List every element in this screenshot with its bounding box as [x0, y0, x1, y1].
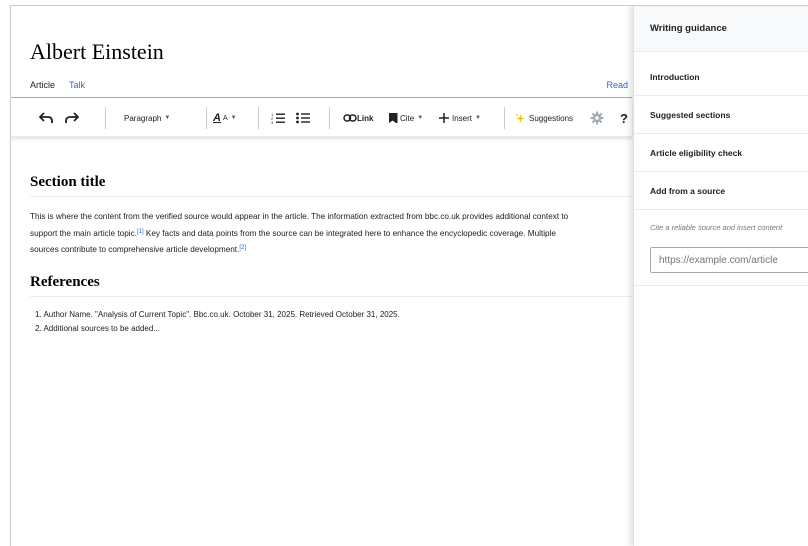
paragraph-line-1: This is where the content from the verif…	[30, 212, 569, 221]
paragraph-line-2a: support the main article topic.	[30, 228, 137, 238]
guidance-item-introduction[interactable]: Introduction	[634, 58, 808, 96]
bulleted-list-button[interactable]	[296, 99, 310, 137]
svg-text:3: 3	[271, 120, 274, 124]
undo-button[interactable]	[39, 99, 53, 137]
paragraph-label: Paragraph	[124, 113, 162, 123]
article-title: Albert Einstein	[30, 39, 164, 64]
reference-link-1[interactable]: [1]	[137, 229, 144, 235]
text-style-dropdown[interactable]: A A ▼	[213, 99, 237, 137]
guidance-item-suggested-sections[interactable]: Suggested sections	[634, 96, 808, 134]
text-style-icon: A	[213, 112, 221, 124]
bulleted-list-icon	[296, 112, 310, 124]
toolbar-divider	[504, 107, 505, 129]
redo-icon	[65, 112, 79, 123]
reference-link-2[interactable]: [2]	[239, 245, 246, 251]
tab-article[interactable]: Article	[30, 80, 55, 90]
paragraph-line-3: sources contribute to comprehensive arti…	[30, 245, 240, 254]
paragraph-line-2b: Key facts and data points from the sourc…	[143, 228, 556, 238]
reference-item: 2. Additional sources to be added...	[35, 324, 160, 333]
guidance-item-add-from-source[interactable]: Add from a source	[634, 172, 808, 210]
reference-item: 1. Author Name. "Analysis of Current Top…	[35, 310, 400, 319]
insert-dropdown[interactable]: Insert ▼	[439, 99, 481, 137]
guidance-item-eligibility-check[interactable]: Article eligibility check	[634, 134, 808, 172]
cite-dropdown[interactable]: Cite ▼	[388, 99, 423, 137]
toolbar-divider	[206, 107, 207, 129]
sparkle-icon	[516, 113, 525, 123]
chevron-down-icon: ▼	[230, 115, 237, 121]
references-title: References	[30, 274, 632, 297]
guidance-item-label: Article eligibility check	[650, 148, 743, 158]
numbered-list-icon: 123	[271, 112, 285, 124]
link-label: Link	[357, 113, 374, 123]
guidance-item-label: Suggested sections	[650, 110, 731, 120]
undo-icon	[39, 112, 53, 123]
source-hint-text: Cite a reliable source and insert conten…	[650, 223, 783, 232]
editor-toolbar: Paragraph ▼ A A ▼ 123 Link Cite ▼ Insert ▼ S	[11, 99, 632, 137]
article-paragraph: This is where the content from the verif…	[30, 209, 632, 261]
chevron-down-icon: ▼	[164, 115, 171, 121]
numbered-list-button[interactable]: 123	[271, 99, 285, 137]
chevron-down-icon: ▼	[475, 115, 481, 121]
section-title: Section title	[30, 174, 632, 197]
references-list: 1. Author Name. "Analysis of Current Top…	[35, 308, 400, 336]
redo-button[interactable]	[65, 99, 79, 137]
gear-icon	[590, 111, 604, 125]
bookmark-icon	[389, 113, 398, 123]
suggestions-button[interactable]: Suggestions	[515, 99, 573, 137]
writing-guidance-panel: Writing guidance Introduction Suggested …	[633, 6, 808, 546]
guidance-item-label: Add from a source	[650, 186, 726, 196]
panel-title: Writing guidance	[650, 23, 727, 34]
tab-read[interactable]: Read	[606, 80, 628, 90]
source-url-input[interactable]	[650, 247, 808, 273]
link-icon	[343, 114, 357, 122]
toolbar-divider	[329, 107, 330, 129]
chevron-down-icon: ▼	[417, 115, 424, 121]
text-style-small-label: A	[222, 114, 228, 122]
link-button[interactable]: Link	[343, 99, 373, 137]
guidance-item-label: Introduction	[650, 72, 700, 82]
editor-window: Albert Einstein Article Talk Read Paragr…	[10, 5, 808, 546]
insert-label: Insert	[452, 113, 473, 123]
plus-icon	[439, 113, 449, 123]
panel-divider	[634, 285, 808, 286]
tab-talk[interactable]: Talk	[69, 80, 85, 90]
suggestions-label: Suggestions	[529, 113, 574, 123]
help-button[interactable]: ?	[620, 99, 628, 137]
toolbar-divider	[105, 107, 106, 129]
panel-header: Writing guidance	[634, 6, 808, 52]
settings-button[interactable]	[590, 99, 604, 137]
cite-label: Cite	[400, 113, 415, 123]
paragraph-format-dropdown[interactable]: Paragraph ▼	[124, 99, 170, 137]
page-tabs: Article Talk Read	[11, 78, 632, 98]
toolbar-divider	[258, 107, 259, 129]
